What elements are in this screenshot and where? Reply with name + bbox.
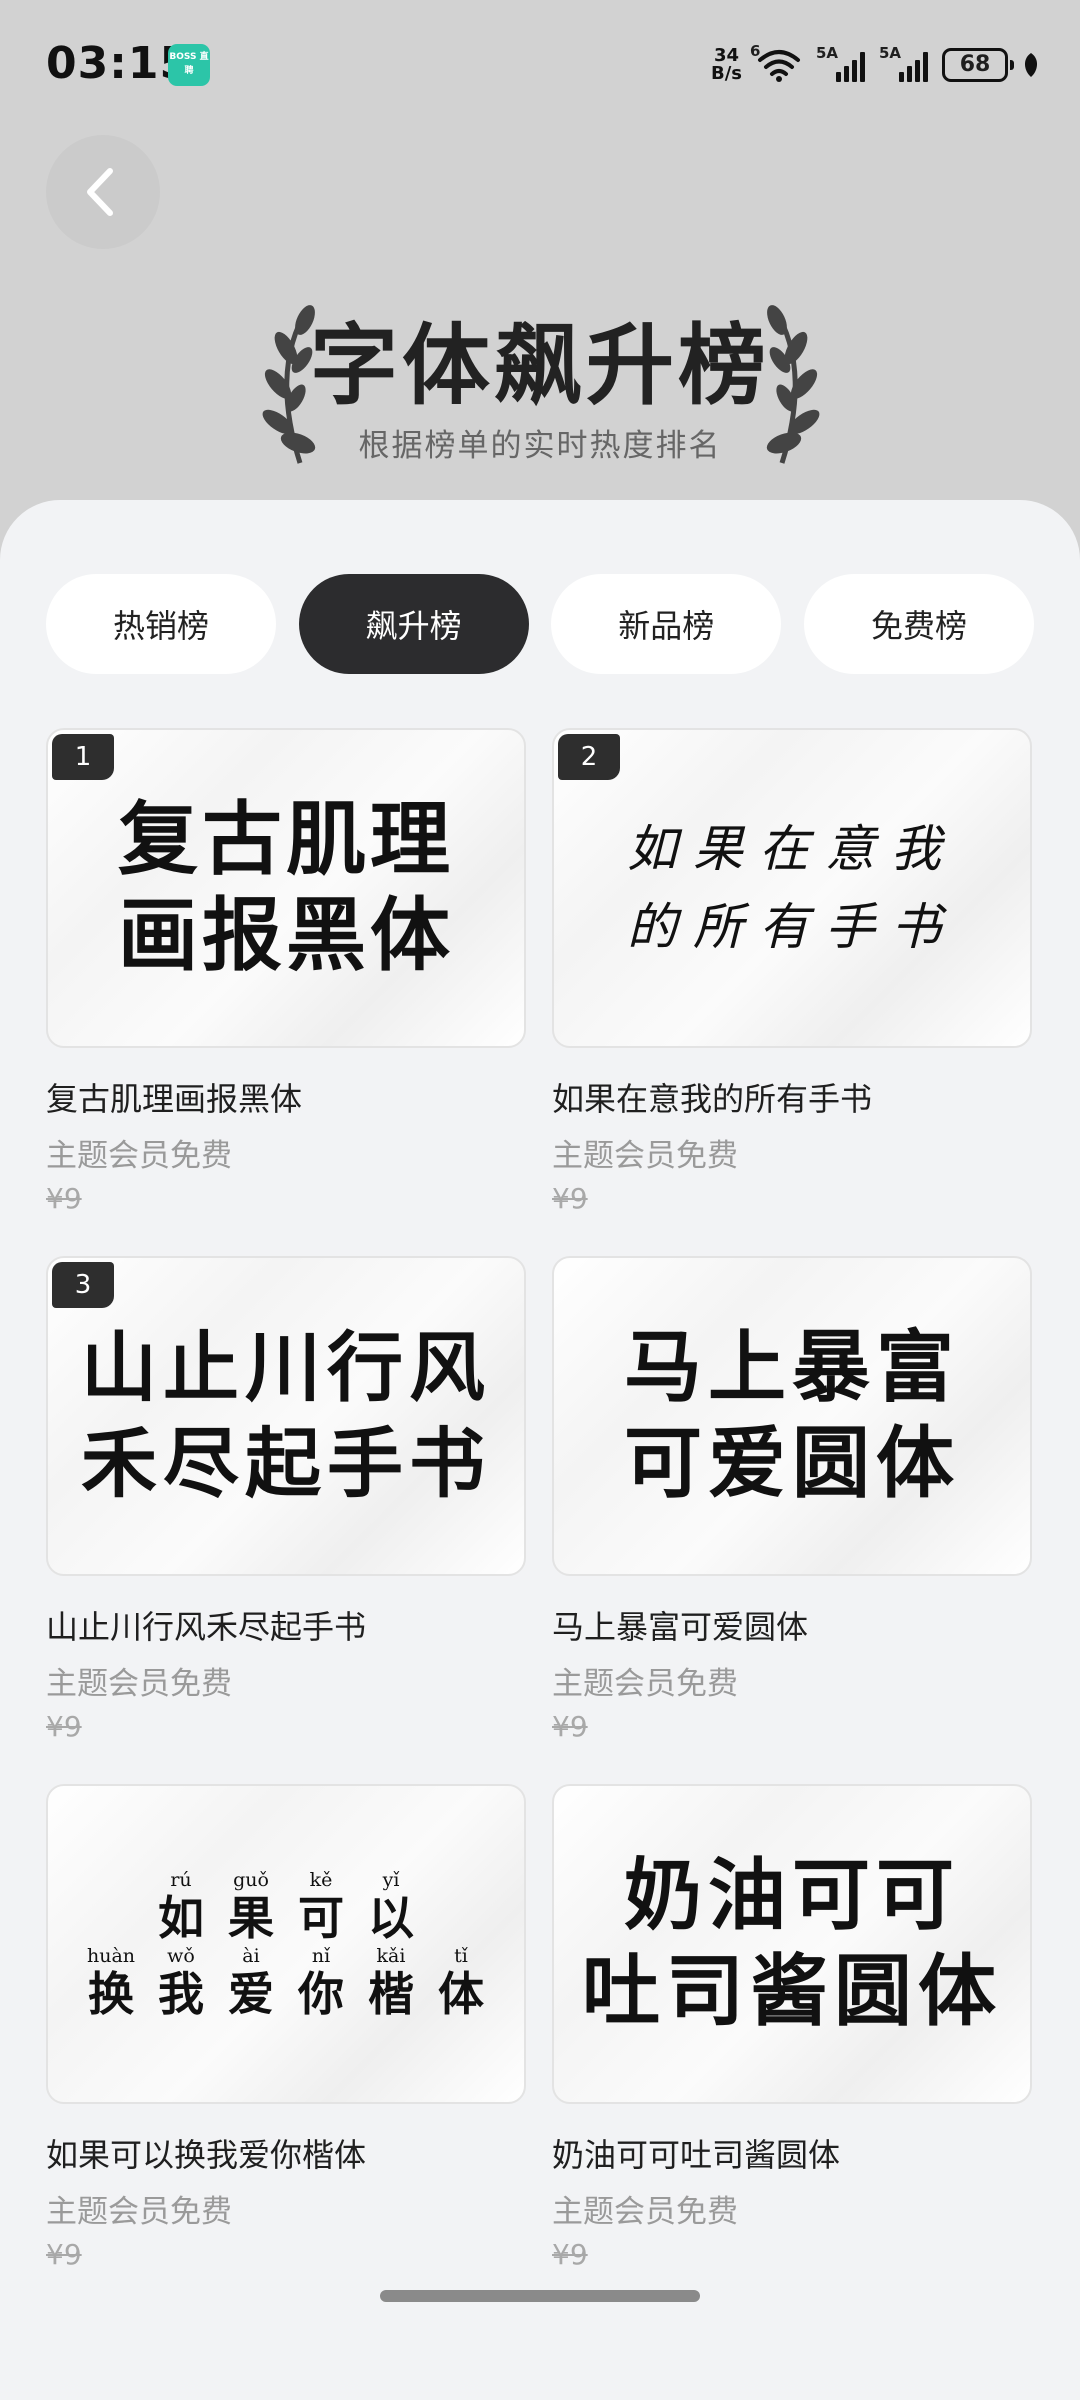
- tab-rising[interactable]: 飙升榜: [298, 574, 529, 674]
- font-preview[interactable]: 如果在意我 的所有手书 2: [552, 728, 1032, 1048]
- member-free-tag: 主题会员免费: [552, 2194, 738, 2230]
- font-name[interactable]: 马上暴富可爱圆体: [552, 1602, 808, 1648]
- font-card[interactable]: 马上暴富 可爱圆体 马上暴富可爱圆体 主题会员免费 ¥9: [552, 1256, 1032, 1743]
- rank-badge: 3: [52, 1262, 114, 1308]
- pinyin-row: rú 如 guǒ 果 kě 可 yǐ 以: [150, 1868, 422, 1944]
- font-name[interactable]: 山止川行风禾尽起手书: [46, 1602, 366, 1648]
- pinyin: nǐ: [311, 1945, 331, 1967]
- page-subtitle: 根据榜单的实时热度排名: [358, 428, 722, 464]
- preview-line: 禾尽起手书: [81, 1419, 491, 1508]
- hanzi: 果: [228, 1891, 274, 1945]
- pinyin-row: huàn 换 wǒ 我 ài 爱 nǐ 你 kǎi 楷 tǐ 体: [80, 1944, 492, 2020]
- tab-hot-sales[interactable]: 热销榜: [46, 574, 276, 674]
- font-card[interactable]: 奶油可可 吐司酱圆体 奶油可可吐司酱圆体 主题会员免费 ¥9: [552, 1784, 1032, 2271]
- battery-icon: 68: [942, 48, 1014, 82]
- pinyin: huàn: [86, 1945, 136, 1967]
- status-bar: 03:15 BOSS 直聘 34 B/s 6 5A 5A 68: [0, 0, 1080, 130]
- font-preview[interactable]: 马上暴富 可爱圆体: [552, 1256, 1032, 1576]
- page-title: 字体飙升榜: [309, 314, 770, 417]
- original-price: ¥9: [46, 1710, 82, 1743]
- hanzi: 体: [438, 1967, 484, 2021]
- status-icons: 34 B/s 6 5A 5A 68: [711, 42, 1040, 88]
- hanzi: 楷: [368, 1967, 414, 2021]
- preview-text: 复古肌理 画报黑体: [48, 730, 524, 1046]
- back-button[interactable]: [46, 135, 160, 249]
- pinyin: kě: [309, 1869, 333, 1891]
- font-name[interactable]: 奶油可可吐司酱圆体: [552, 2130, 840, 2176]
- preview-line: 奶油可可: [623, 1851, 960, 1941]
- pinyin: ài: [242, 1945, 260, 1967]
- preview-line: 的所有手书: [627, 898, 957, 956]
- hanzi: 爱: [228, 1967, 274, 2021]
- tab-new[interactable]: 新品榜: [551, 574, 782, 674]
- font-name[interactable]: 如果可以换我爱你楷体: [46, 2130, 366, 2176]
- hanzi: 换: [88, 1967, 134, 2021]
- hanzi: 如: [158, 1891, 204, 1945]
- font-preview[interactable]: 山止川行风 禾尽起手书 3: [46, 1256, 526, 1576]
- preview-text: 如果在意我 的所有手书: [554, 730, 1030, 1046]
- font-preview[interactable]: rú 如 guǒ 果 kě 可 yǐ 以 huàn 换 wǒ 我 ài 爱 nǐ 你 kǎi 楷 …: [46, 1784, 526, 2104]
- boss-app-icon: BOSS 直聘: [168, 44, 210, 86]
- sim2-label: 5A: [879, 44, 902, 62]
- hanzi: 以: [368, 1891, 414, 1945]
- wifi-icon: 6: [750, 42, 802, 82]
- preview-text: 奶油可可 吐司酱圆体: [554, 1786, 1030, 2102]
- signal-icon-sim1: 5A: [816, 44, 865, 82]
- original-price: ¥9: [552, 2238, 588, 2271]
- font-card[interactable]: rú 如 guǒ 果 kě 可 yǐ 以 huàn 换 wǒ 我 ài 爱 nǐ 你 kǎi 楷 …: [46, 1784, 526, 2271]
- chevron-left-icon: [87, 168, 113, 216]
- preview-text: 马上暴富 可爱圆体: [554, 1258, 1030, 1574]
- hanzi: 我: [158, 1967, 204, 2021]
- preview-text: rú 如 guǒ 果 kě 可 yǐ 以 huàn 换 wǒ 我 ài 爱 nǐ 你 kǎi 楷 …: [48, 1786, 524, 2102]
- hanzi: 你: [298, 1967, 344, 2021]
- content-sheet: 热销榜 飙升榜 新品榜 免费榜 复古肌理 画报黑体 1 复古肌理画报黑体 主题会…: [0, 500, 1080, 2400]
- font-preview[interactable]: 复古肌理 画报黑体 1: [46, 728, 526, 1048]
- original-price: ¥9: [552, 1182, 588, 1215]
- tab-free[interactable]: 免费榜: [803, 574, 1034, 674]
- leaf-icon: [1024, 53, 1038, 77]
- wifi-label: 6: [750, 42, 761, 60]
- pinyin: wǒ: [167, 1945, 195, 1967]
- rank-badge: 1: [52, 734, 114, 780]
- pinyin: yǐ: [382, 1869, 400, 1891]
- hanzi: 可: [298, 1891, 344, 1945]
- preview-text: 山止川行风 禾尽起手书: [48, 1258, 524, 1574]
- signal-icon-sim2: 5A: [879, 44, 928, 82]
- original-price: ¥9: [552, 1710, 588, 1743]
- preview-line: 画报黑体: [118, 889, 454, 982]
- font-preview[interactable]: 奶油可可 吐司酱圆体: [552, 1784, 1032, 2104]
- network-speed: 34 B/s: [711, 47, 742, 83]
- preview-line: 复古肌理: [118, 793, 454, 886]
- network-speed-unit: B/s: [710, 63, 742, 84]
- sim1-label: 5A: [816, 44, 839, 62]
- font-card[interactable]: 复古肌理 画报黑体 1 复古肌理画报黑体 主题会员免费 ¥9: [46, 728, 526, 1215]
- preview-line: 吐司酱圆体: [581, 1947, 1002, 2037]
- font-name[interactable]: 复古肌理画报黑体: [46, 1074, 302, 1120]
- member-free-tag: 主题会员免费: [552, 1138, 738, 1174]
- preview-line: 山止川行风: [81, 1323, 491, 1412]
- preview-line: 如果在意我: [627, 820, 957, 878]
- original-price: ¥9: [46, 1182, 82, 1215]
- home-indicator[interactable]: [380, 2290, 700, 2302]
- pinyin: kǎi: [376, 1945, 406, 1967]
- font-name[interactable]: 如果在意我的所有手书: [552, 1074, 872, 1120]
- member-free-tag: 主题会员免费: [552, 1666, 738, 1702]
- member-free-tag: 主题会员免费: [46, 1138, 232, 1174]
- ranking-tabs: 热销榜 飙升榜 新品榜 免费榜: [46, 574, 1034, 674]
- pinyin: tǐ: [454, 1945, 468, 1967]
- preview-line: 马上暴富: [623, 1323, 960, 1413]
- rank-badge: 2: [558, 734, 620, 780]
- pinyin: rú: [170, 1869, 192, 1891]
- member-free-tag: 主题会员免费: [46, 1666, 232, 1702]
- member-free-tag: 主题会员免费: [46, 2194, 232, 2230]
- font-card[interactable]: 山止川行风 禾尽起手书 3 山止川行风禾尽起手书 主题会员免费 ¥9: [46, 1256, 526, 1743]
- pinyin: guǒ: [233, 1869, 269, 1891]
- preview-line: 可爱圆体: [623, 1419, 960, 1509]
- original-price: ¥9: [46, 2238, 82, 2271]
- font-card[interactable]: 如果在意我 的所有手书 2 如果在意我的所有手书 主题会员免费 ¥9: [552, 728, 1032, 1215]
